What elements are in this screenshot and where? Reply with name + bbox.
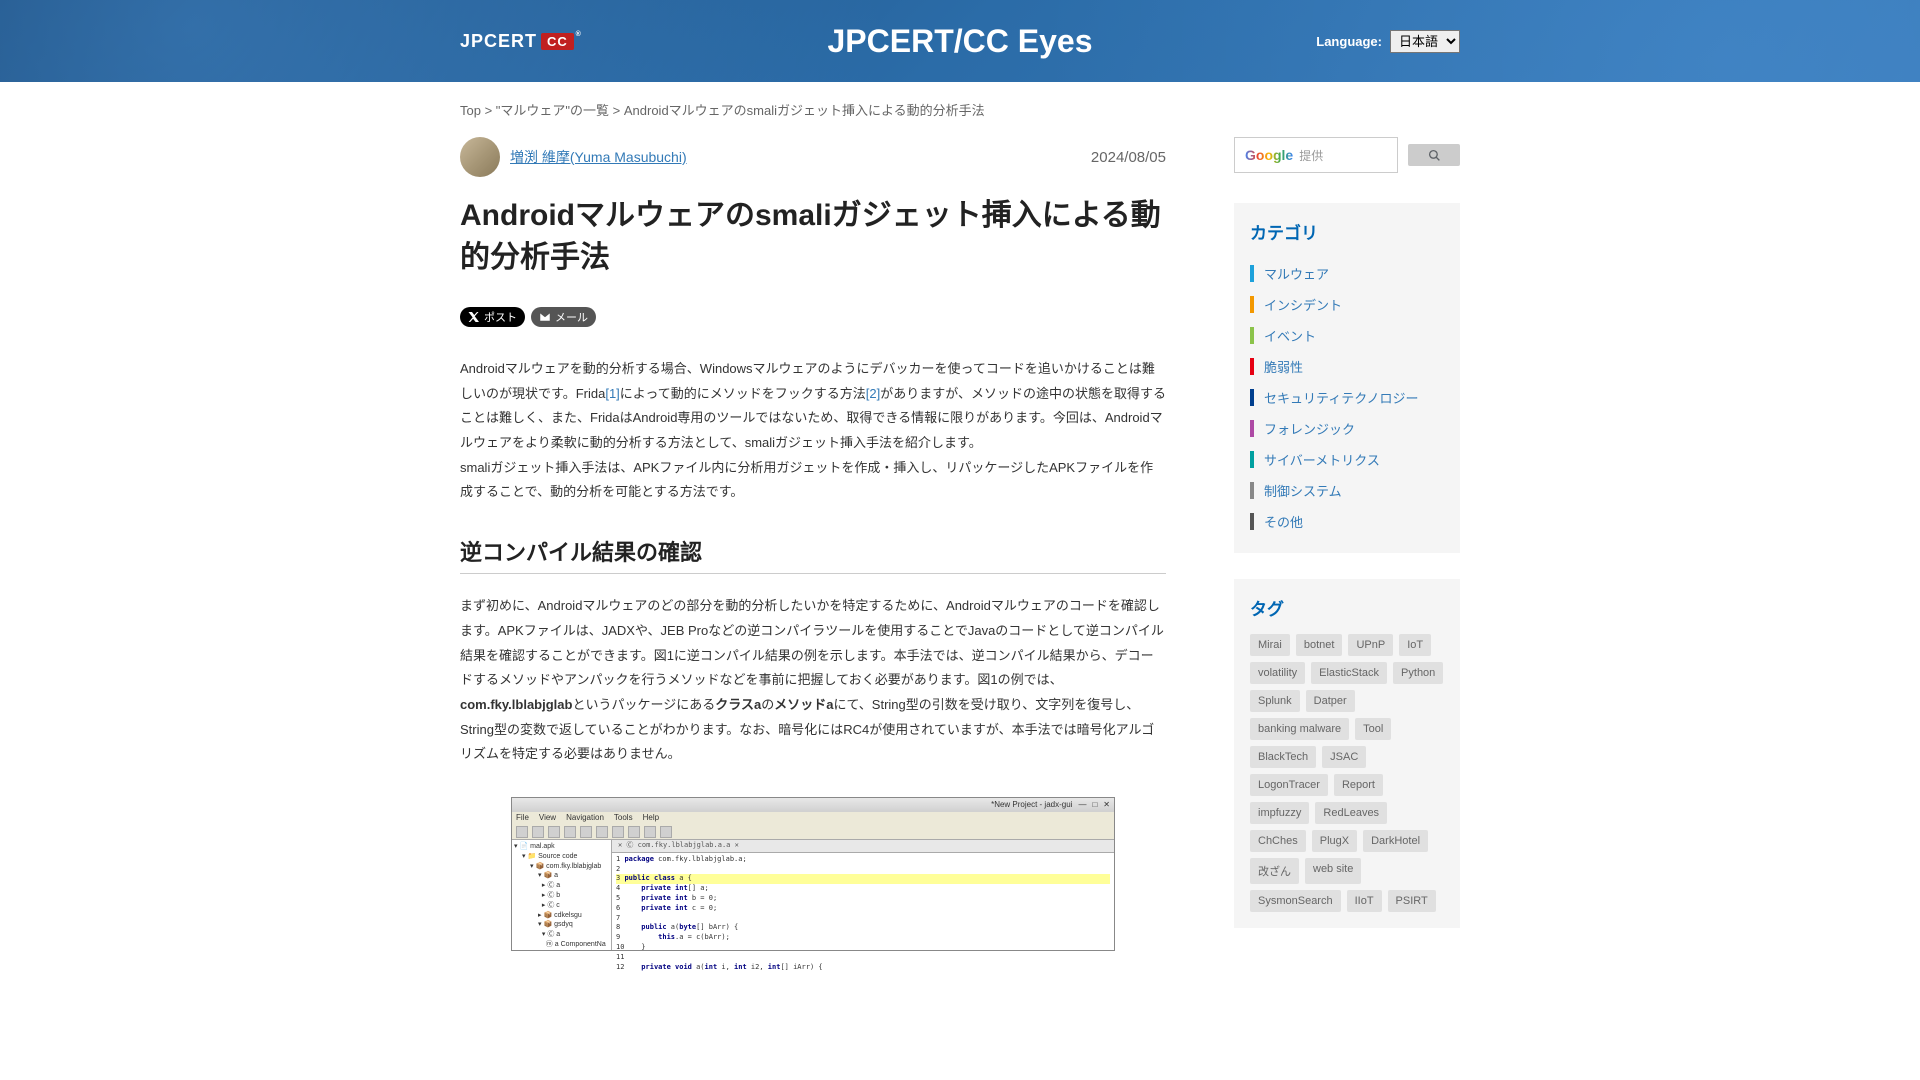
share-row: ポスト メール [460,307,1166,327]
tool-icon [612,826,624,838]
window-titlebar: *New Project - jadx-gui — □ ✕ [512,798,1114,812]
tool-icon [660,826,672,838]
search-button[interactable] [1408,144,1460,166]
tag-item[interactable]: IIoT [1347,890,1382,912]
tag-item[interactable]: JSAC [1322,746,1366,768]
tag-item[interactable]: PlugX [1312,830,1357,852]
section-heading: 逆コンパイル結果の確認 [460,535,1166,567]
categories-title: カテゴリ [1250,219,1444,244]
tool-icon [580,826,592,838]
share-x-button[interactable]: ポスト [460,307,525,327]
tag-item[interactable]: DarkHotel [1363,830,1428,852]
tag-item[interactable]: botnet [1296,634,1343,656]
code-screenshot: *New Project - jadx-gui — □ ✕ File View … [511,797,1115,951]
tool-icon [516,826,528,838]
category-item[interactable]: 制御システム [1250,475,1444,506]
article-title: Androidマルウェアのsmaliガジェット挿入による動的分析手法 [460,195,1166,279]
tool-icon [644,826,656,838]
tags-block: タグ Mirai botnetUPnP IoT volatility ElasticSt… [1234,579,1460,928]
close-icon: ✕ [1103,800,1110,809]
tag-item[interactable]: LogonTracer [1250,774,1328,796]
tool-icon [548,826,560,838]
logo[interactable]: JPCERT CC [460,31,574,52]
breadcrumb-top[interactable]: Top [460,103,481,118]
tag-item[interactable]: Python [1393,662,1443,684]
tag-item[interactable]: 改ざん [1250,858,1299,884]
tag-item[interactable]: ChChes [1250,830,1306,852]
categories-block: カテゴリ マルウェア インシデント イベント 脆弱性 セキュリティテクノロジー … [1234,203,1460,553]
minimize-icon: — [1078,800,1086,809]
file-tree: ▾ 📄 mal.apk ▾ 📁 Source code ▾ 📦 com.fky.… [512,840,612,950]
tag-item[interactable]: UPnP [1348,634,1393,656]
tag-item[interactable]: Tool [1355,718,1391,740]
tag-item[interactable]: Datper [1306,690,1355,712]
tag-item[interactable]: web site [1305,858,1361,884]
tag-item[interactable]: BlackTech [1250,746,1316,768]
tool-icon [596,826,608,838]
avatar[interactable] [460,137,500,177]
post-date: 2024/08/05 [1091,149,1166,166]
category-item[interactable]: インシデント [1250,289,1444,320]
site-title: JPCERT/CC Eyes [828,23,1093,60]
breadcrumb-current: Androidマルウェアのsmaliガジェット挿入による動的分析手法 [624,103,985,118]
section-rule [460,573,1166,574]
tag-item[interactable]: impfuzzy [1250,802,1309,824]
breadcrumb-category[interactable]: "マルウェア"の一覧 [496,103,609,118]
language-switcher: Language: 日本語 [1316,30,1460,53]
tag-item[interactable]: Mirai [1250,634,1290,656]
maximize-icon: □ [1092,800,1097,809]
logo-text: JPCERT [460,31,537,52]
language-select[interactable]: 日本語 [1390,30,1460,53]
ref-link-1[interactable]: [1] [605,386,619,401]
menubar: File View Navigation Tools Help [512,812,1114,824]
search-hint: 提供 [1299,147,1323,164]
tags-title: タグ [1250,595,1444,620]
tag-item[interactable]: volatility [1250,662,1305,684]
tag-item[interactable]: banking malware [1250,718,1349,740]
article-main: 増渕 維摩(Yuma Masubuchi) 2024/08/05 Android… [460,137,1166,954]
intro-paragraph: Androidマルウェアを動的分析する場合、Windowsマルウェアのようにデバ… [460,357,1166,505]
tag-item[interactable]: RedLeaves [1315,802,1387,824]
category-item[interactable]: 脆弱性 [1250,351,1444,382]
tag-item[interactable]: Splunk [1250,690,1300,712]
tag-item[interactable]: ElasticStack [1311,662,1387,684]
category-item[interactable]: マルウェア [1250,258,1444,289]
tool-icon [564,826,576,838]
category-item[interactable]: フォレンジック [1250,413,1444,444]
search-icon [1428,149,1441,162]
code-editor: ✕ Ⓒ com.fky.lblabjglab.a.a ✕ 1 package p… [612,840,1114,950]
search-input[interactable]: Google 提供 [1234,137,1398,173]
tag-item[interactable]: IoT [1399,634,1431,656]
tool-icon [628,826,640,838]
category-item[interactable]: サイバーメトリクス [1250,444,1444,475]
breadcrumb: Top > "マルウェア"の一覧 > Androidマルウェアのsmaliガジェ… [460,82,1460,137]
category-item[interactable]: セキュリティテクノロジー [1250,382,1444,413]
tag-item[interactable]: Report [1334,774,1383,796]
section-body: まず初めに、Androidマルウェアのどの部分を動的分析したいかを特定するために… [460,594,1166,767]
language-label: Language: [1316,34,1382,49]
mail-icon [539,311,551,323]
google-icon: Google [1245,147,1293,163]
site-header: JPCERT CC JPCERT/CC Eyes Language: 日本語 [0,0,1920,82]
category-item[interactable]: その他 [1250,506,1444,537]
category-item[interactable]: イベント [1250,320,1444,351]
logo-badge: CC [541,33,574,50]
tag-item[interactable]: SysmonSearch [1250,890,1341,912]
toolbar [512,824,1114,840]
tag-item[interactable]: PSIRT [1388,890,1436,912]
tool-icon [532,826,544,838]
ref-link-2[interactable]: [2] [866,386,880,401]
x-icon [468,311,480,323]
author-link[interactable]: 増渕 維摩(Yuma Masubuchi) [510,147,687,167]
sidebar: Google 提供 カテゴリ マルウェア インシデント イベント 脆弱性 セキュ… [1234,137,1460,954]
share-mail-button[interactable]: メール [531,307,596,327]
